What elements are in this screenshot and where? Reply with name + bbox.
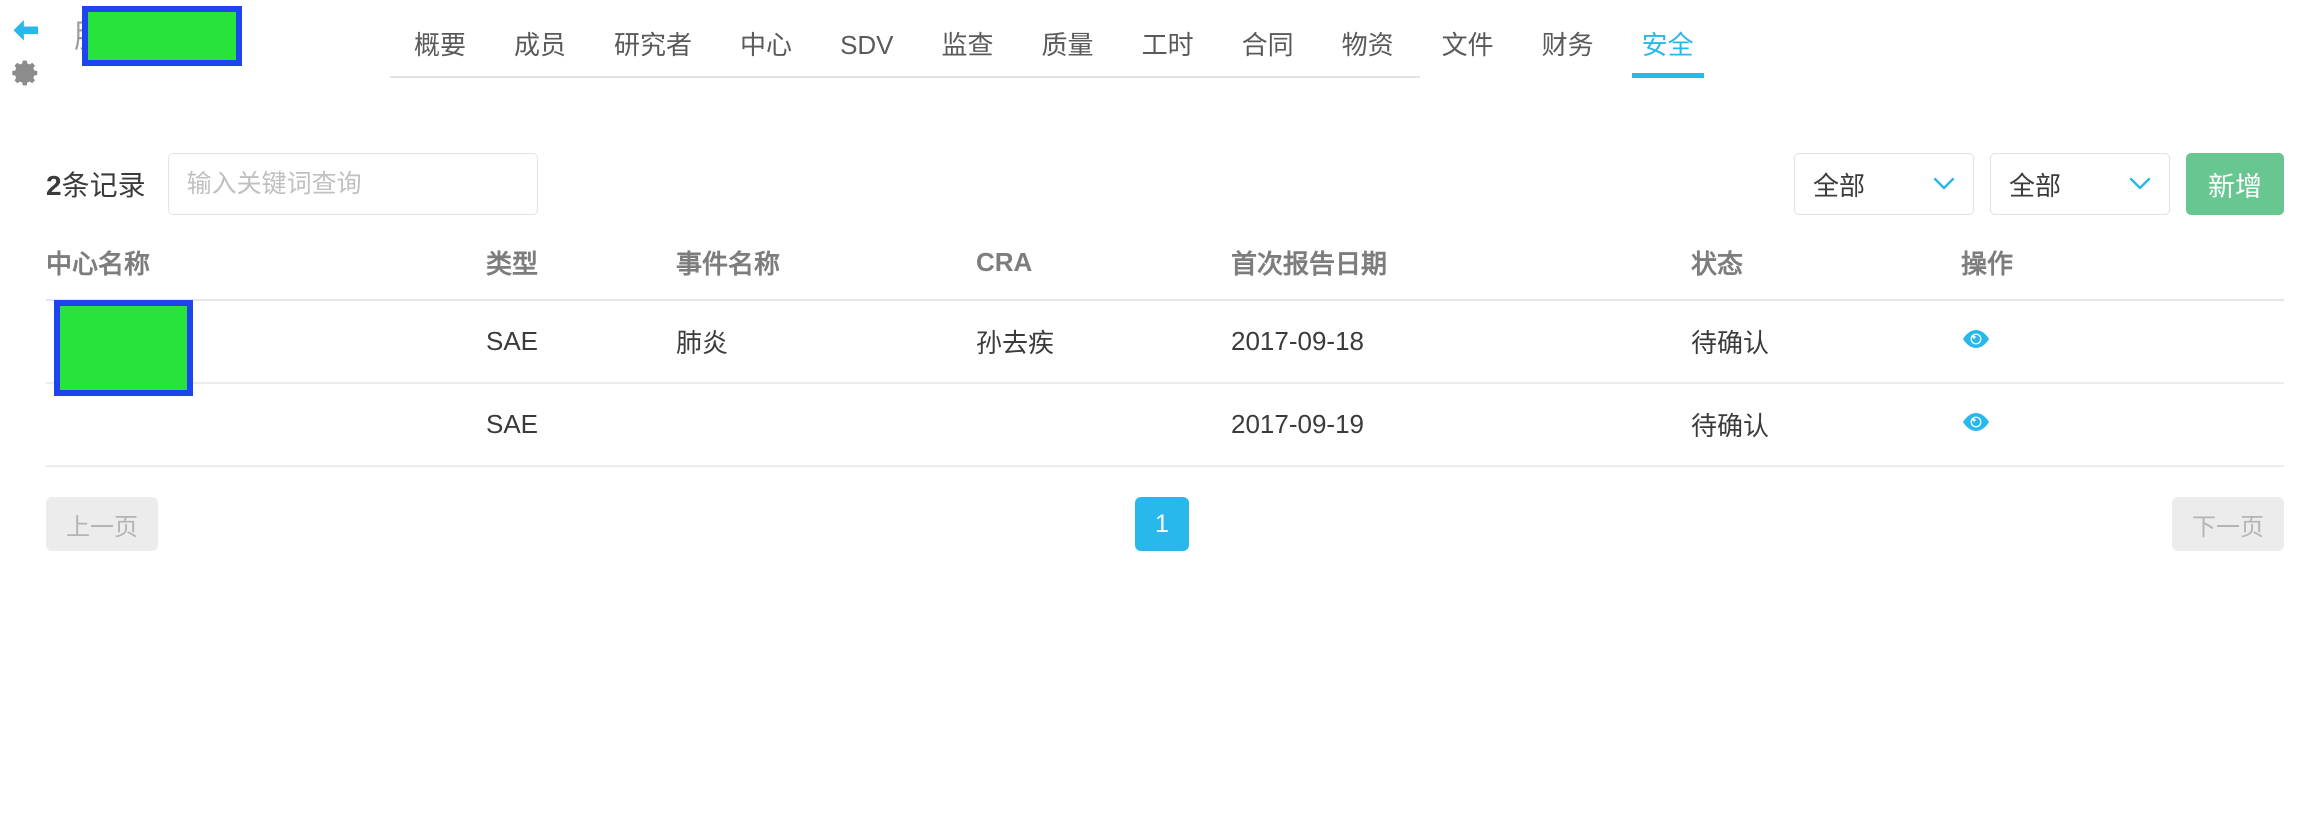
table-row[interactable]: SAE 2017-09-19 待确认 [46, 383, 2284, 467]
column-header-center-name: 中心名称 [46, 244, 486, 301]
study-title-area: 胶囊 [52, 0, 342, 66]
search-input[interactable] [167, 153, 538, 215]
view-button[interactable] [1961, 411, 1991, 433]
tab-investigators[interactable]: 研究者 [590, 30, 716, 76]
cell-action [1961, 300, 2284, 384]
safety-table-container: 中心名称 类型 事件名称 CRA 首次报告日期 状态 操作 SAE 肺炎 孙去疾… [0, 244, 2324, 467]
safety-table: 中心名称 类型 事件名称 CRA 首次报告日期 状态 操作 SAE 肺炎 孙去疾… [46, 244, 2284, 467]
cell-event-name [676, 383, 976, 467]
column-header-type: 类型 [486, 244, 676, 301]
column-header-cra: CRA [976, 244, 1231, 301]
tab-safety[interactable]: 安全 [1618, 30, 1718, 78]
chevron-down-icon [1933, 177, 1955, 190]
back-arrow-icon[interactable] [9, 14, 43, 48]
table-row[interactable]: SAE 肺炎 孙去疾 2017-09-18 待确认 [46, 300, 2284, 384]
tab-documents[interactable]: 文件 [1418, 30, 1518, 76]
main-tabs: 概要 成员 研究者 中心 SDV 监查 质量 工时 合同 物资 文件 财务 安全 [390, 14, 1704, 78]
page-number-button-1[interactable]: 1 [1135, 497, 1189, 551]
redaction-box-title [82, 6, 242, 66]
tab-members[interactable]: 成员 [490, 30, 590, 76]
gear-icon[interactable] [11, 58, 41, 88]
tab-contract[interactable]: 合同 [1218, 30, 1318, 76]
chevron-down-icon [2129, 177, 2151, 190]
column-header-action: 操作 [1961, 244, 2284, 301]
cell-cra: 孙去疾 [976, 300, 1231, 384]
cell-first-report-date: 2017-09-19 [1231, 383, 1691, 467]
tab-centers[interactable]: 中心 [716, 30, 816, 76]
record-count-suffix: 条记录 [61, 170, 146, 201]
record-count-number: 2 [46, 170, 62, 201]
bottom-spacer [0, 551, 2324, 611]
cell-type: SAE [486, 300, 676, 384]
eye-icon [1963, 413, 1989, 431]
table-header: 中心名称 类型 事件名称 CRA 首次报告日期 状态 操作 [46, 244, 2284, 301]
next-page-button[interactable]: 下一页 [2172, 497, 2284, 551]
tab-worktime[interactable]: 工时 [1118, 30, 1218, 76]
filter-select-type-value: 全部 [1813, 170, 1866, 201]
table-body: SAE 肺炎 孙去疾 2017-09-18 待确认 SAE 2017-09-19… [46, 300, 2284, 467]
tab-monitoring[interactable]: 监查 [918, 30, 1018, 76]
cell-status: 待确认 [1691, 300, 1961, 384]
column-header-event-name: 事件名称 [676, 244, 976, 301]
main-tabs-container: 概要 成员 研究者 中心 SDV 监查 质量 工时 合同 物资 文件 财务 安全 [342, 0, 2324, 78]
cell-status: 待确认 [1691, 383, 1961, 467]
eye-icon [1963, 330, 1989, 348]
tab-finance[interactable]: 财务 [1518, 30, 1618, 76]
top-header: 胶囊 概要 成员 研究者 中心 SDV 监查 质量 工时 合同 物资 文件 财务… [0, 0, 2324, 100]
filter-select-status-value: 全部 [2009, 170, 2062, 201]
cell-action [1961, 383, 2284, 467]
tab-supplies[interactable]: 物资 [1318, 30, 1418, 76]
cell-type: SAE [486, 383, 676, 467]
record-count: 2条记录 [46, 164, 146, 204]
redaction-box-center-names [54, 300, 193, 396]
tab-quality[interactable]: 质量 [1018, 30, 1118, 76]
column-header-first-report-date: 首次报告日期 [1231, 244, 1691, 301]
filter-select-type[interactable]: 全部 [1794, 153, 1974, 215]
cell-event-name: 肺炎 [676, 300, 976, 384]
list-toolbar: 2条记录 全部 全部 新增 [0, 138, 2324, 230]
toolbar-right-controls: 全部 全部 新增 [1794, 153, 2284, 215]
tab-sdv[interactable]: SDV [816, 30, 917, 76]
cell-first-report-date: 2017-09-18 [1231, 300, 1691, 384]
add-button[interactable]: 新增 [2186, 153, 2284, 215]
cell-cra [976, 383, 1231, 467]
header-left-icons [0, 0, 52, 88]
column-header-status: 状态 [1691, 244, 1961, 301]
prev-page-button[interactable]: 上一页 [46, 497, 158, 551]
table-header-row: 中心名称 类型 事件名称 CRA 首次报告日期 状态 操作 [46, 244, 2284, 301]
tab-overview[interactable]: 概要 [390, 30, 490, 76]
pagination: 上一页 1 下一页 [0, 497, 2324, 551]
filter-select-status[interactable]: 全部 [1990, 153, 2170, 215]
view-button[interactable] [1961, 328, 1991, 350]
